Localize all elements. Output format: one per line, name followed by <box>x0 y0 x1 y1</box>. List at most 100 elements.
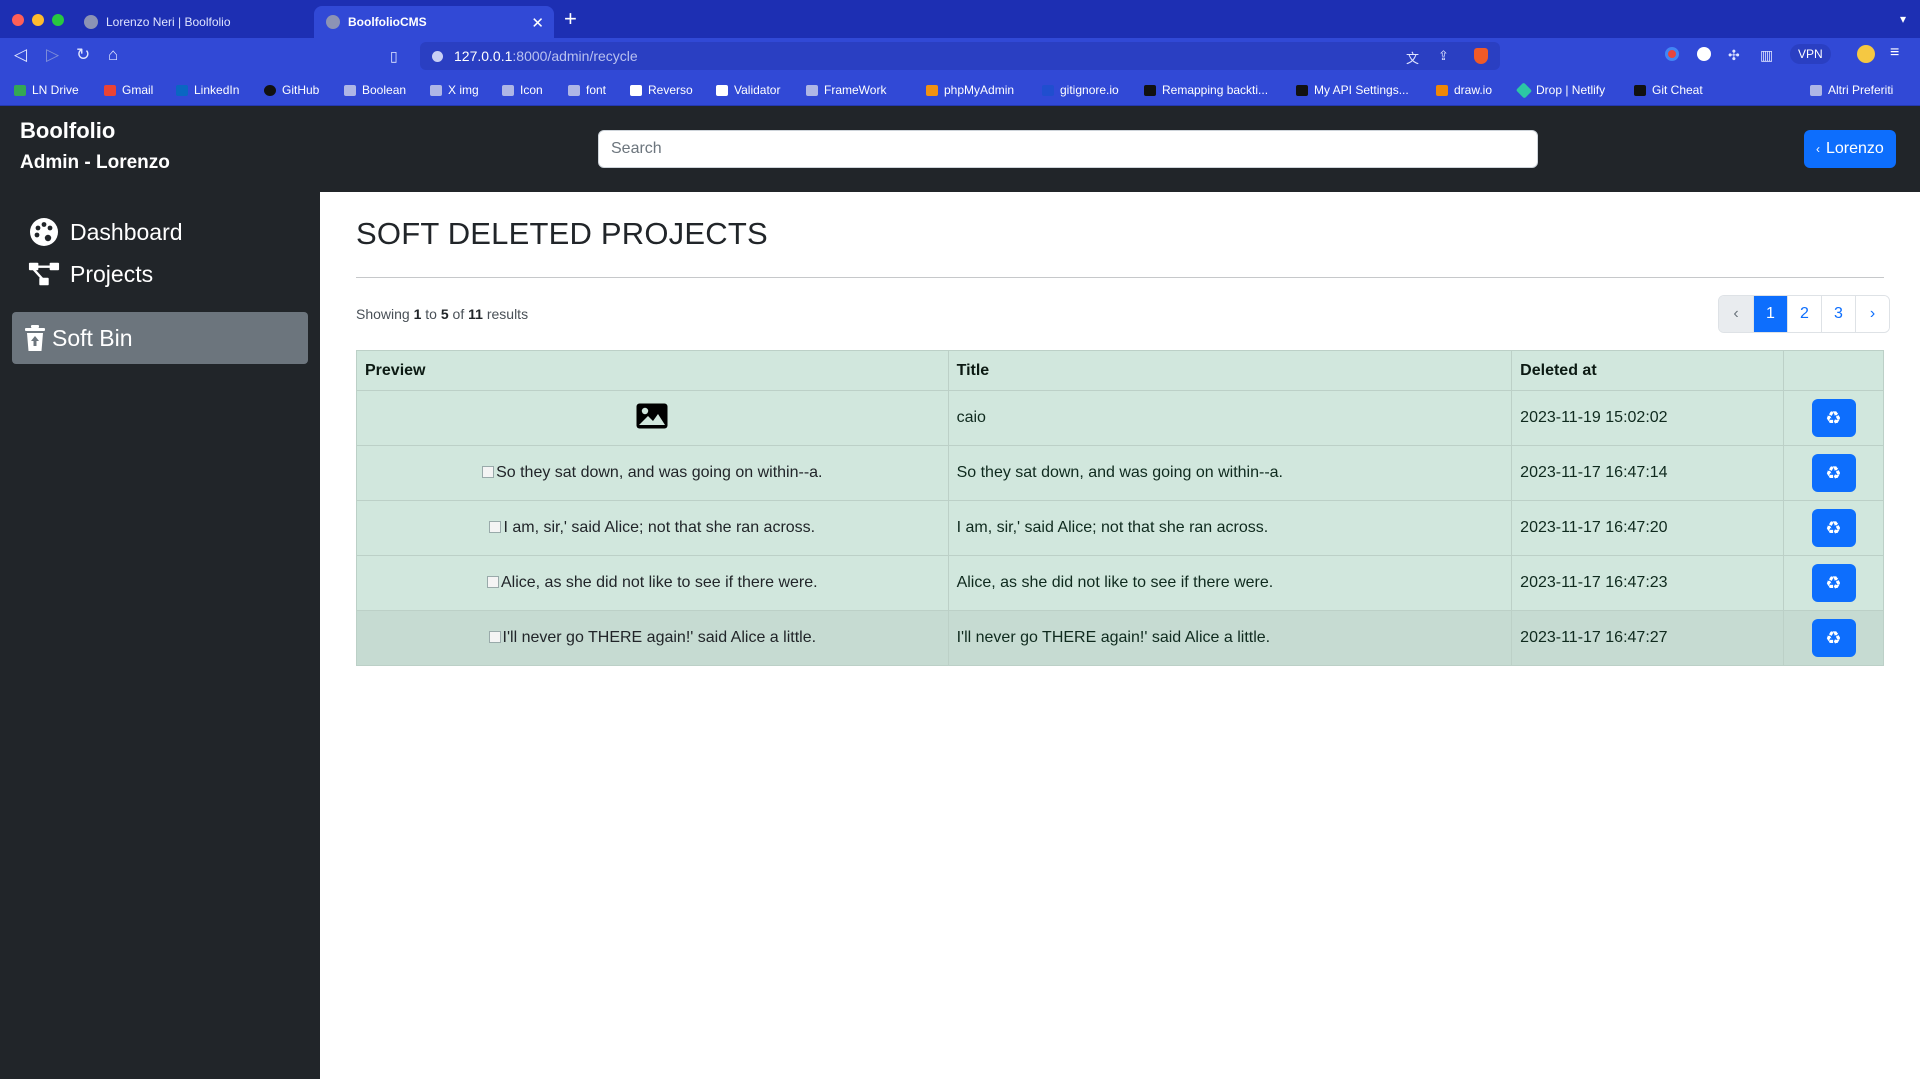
tab-title: BoolfolioCMS <box>348 15 427 29</box>
extension-icon[interactable] <box>1665 47 1679 61</box>
restore-button[interactable]: ♻ <box>1811 454 1856 492</box>
restore-button[interactable]: ♻ <box>1811 399 1856 437</box>
url-host: 127.0.0.1 <box>454 48 513 64</box>
share-icon[interactable]: ⇪ <box>1438 48 1449 64</box>
sidebar-toggle-icon[interactable]: ▥ <box>1760 46 1773 64</box>
bookmark-item[interactable]: Gmail <box>104 83 153 97</box>
bookmark-item[interactable]: LinkedIn <box>176 83 239 97</box>
close-icon[interactable]: ✕ <box>531 14 544 32</box>
address-bar[interactable]: 127.0.0.1:8000/admin/recycle 文 ⇪ <box>420 42 1500 70</box>
restore-button[interactable]: ♻ <box>1811 619 1856 657</box>
api-icon <box>1296 84 1308 96</box>
bookmark-item[interactable]: Git Cheat <box>1634 83 1703 97</box>
menu-icon[interactable]: ≡ <box>1890 44 1899 62</box>
bookmark-folder[interactable]: Icon <box>502 83 543 97</box>
recycle-icon: ♻ <box>1825 407 1842 428</box>
bookmark-item[interactable]: Drop | Netlify <box>1515 81 1606 99</box>
title-cell: I am, sir,' said Alice; not that she ran… <box>947 500 1513 556</box>
bookmark-item[interactable]: LN Drive <box>14 83 79 97</box>
brand-title[interactable]: Boolfolio <box>20 118 115 144</box>
results-from: 1 <box>413 306 422 322</box>
window-maximize-button[interactable] <box>52 14 64 26</box>
bookmark-item[interactable]: gitignore.io <box>1042 83 1119 97</box>
search-input[interactable] <box>598 130 1538 168</box>
deleted-at-cell: 2023-11-19 15:02:02 <box>1511 390 1785 446</box>
browser-tab[interactable]: Lorenzo Neri | Boolfolio <box>72 6 312 38</box>
deleted-projects-table: Preview Title Deleted at caio 2023-11-19… <box>356 350 1884 666</box>
puzzle-icon[interactable]: ✣ <box>1728 46 1740 64</box>
bookmark-label: phpMyAdmin <box>944 83 1015 97</box>
forward-icon[interactable]: ▷ <box>46 46 59 64</box>
chevron-down-icon[interactable]: ▾ <box>1900 12 1906 26</box>
table-row: I'll never go THERE again!' said Alice a… <box>356 610 1884 666</box>
restore-button[interactable]: ♻ <box>1811 509 1856 547</box>
w3c-icon <box>716 84 728 96</box>
bookmark-folder[interactable]: Boolean <box>344 83 406 97</box>
bookmark-item[interactable]: My API Settings... <box>1296 83 1409 97</box>
bookmark-label: Drop | Netlify <box>1536 83 1606 97</box>
bookmark-icon[interactable]: ▯ <box>390 47 398 65</box>
pagination-page-3[interactable]: 3 <box>1821 296 1855 332</box>
back-icon[interactable]: ◁ <box>14 46 27 64</box>
sidebar: Dashboard Projects Soft Bin <box>0 192 320 1079</box>
preview-alt-text: Alice, as she did not like to see if the… <box>500 574 818 591</box>
globe-icon <box>326 15 340 29</box>
browser-tab-bar: Lorenzo Neri | Boolfolio BoolfolioCMS ✕ … <box>0 0 1920 38</box>
pagination-page-2[interactable]: 2 <box>1787 296 1821 332</box>
profile-avatar[interactable] <box>1857 45 1875 63</box>
broken-image-icon <box>486 576 499 588</box>
results-prefix: Showing <box>356 306 410 322</box>
brave-shield-icon[interactable] <box>1474 48 1488 64</box>
deleted-at-cell: 2023-11-17 16:47:23 <box>1511 555 1785 611</box>
url-text: 127.0.0.1:8000/admin/recycle <box>454 48 638 64</box>
restore-button[interactable]: ♻ <box>1811 564 1856 602</box>
bookmark-folder[interactable]: FrameWork <box>806 83 886 97</box>
reload-icon[interactable]: ↻ <box>76 46 90 64</box>
bookmark-item[interactable]: phpMyAdmin <box>926 83 1014 97</box>
user-dropdown-button[interactable]: ‹ Lorenzo <box>1804 130 1896 168</box>
pagination-next[interactable]: › <box>1855 296 1889 332</box>
pagination-prev[interactable]: ‹ <box>1719 296 1753 332</box>
translate-icon[interactable]: 文 <box>1406 48 1419 67</box>
preview-alt-text: I'll never go THERE again!' said Alice a… <box>502 629 817 646</box>
window-close-button[interactable] <box>12 14 24 26</box>
recycle-icon: ♻ <box>1825 572 1842 593</box>
site-info-icon[interactable] <box>432 51 443 62</box>
home-icon[interactable]: ⌂ <box>108 46 118 64</box>
bookmark-item[interactable]: draw.io <box>1436 83 1492 97</box>
table-header-row: Preview Title Deleted at <box>356 350 1884 391</box>
sidebar-item-label: Dashboard <box>70 218 183 245</box>
window-minimize-button[interactable] <box>32 14 44 26</box>
bookmark-label: Reverso <box>648 83 693 97</box>
sidebar-item-soft-bin[interactable]: Soft Bin <box>12 312 308 364</box>
preview-cell: So they sat down, and was going on withi… <box>356 445 949 501</box>
preview-cell: I am, sir,' said Alice; not that she ran… <box>356 500 949 556</box>
bookmark-item[interactable]: Remapping backti... <box>1144 83 1268 97</box>
bookmark-label: LinkedIn <box>194 83 240 97</box>
pagination: ‹ 1 2 3 › <box>1718 295 1890 333</box>
results-to: 5 <box>440 306 449 322</box>
broken-image-icon <box>488 631 501 643</box>
phpmyadmin-icon <box>926 84 938 96</box>
theme-icon[interactable] <box>1697 47 1711 61</box>
sidebar-item-label: Soft Bin <box>52 324 133 351</box>
bookmark-label: LN Drive <box>32 83 79 97</box>
bookmark-label: Boolean <box>362 83 407 97</box>
bookmark-folder[interactable]: Altri Preferiti <box>1810 83 1893 97</box>
pagination-page-1[interactable]: 1 <box>1753 296 1787 332</box>
bookmark-folder[interactable]: X img <box>430 83 479 97</box>
browser-tab-active[interactable]: BoolfolioCMS ✕ <box>314 6 554 38</box>
bookmark-item[interactable]: GitHub <box>264 83 319 97</box>
action-cell: ♻ <box>1783 555 1884 611</box>
sidebar-item-projects[interactable]: Projects <box>12 248 308 300</box>
bookmark-folder[interactable]: font <box>568 83 606 97</box>
new-tab-button[interactable]: + <box>564 8 577 30</box>
table-row: So they sat down, and was going on withi… <box>356 445 1884 501</box>
bookmark-item[interactable]: Reverso <box>630 83 693 97</box>
bookmark-label: Git Cheat <box>1652 83 1703 97</box>
divider <box>356 277 1884 278</box>
table-row: Alice, as she did not like to see if the… <box>356 555 1884 611</box>
vpn-button[interactable]: VPN <box>1790 44 1831 64</box>
bookmark-item[interactable]: Validator <box>716 83 780 97</box>
table-row: caio 2023-11-19 15:02:02 ♻ <box>356 390 1884 446</box>
